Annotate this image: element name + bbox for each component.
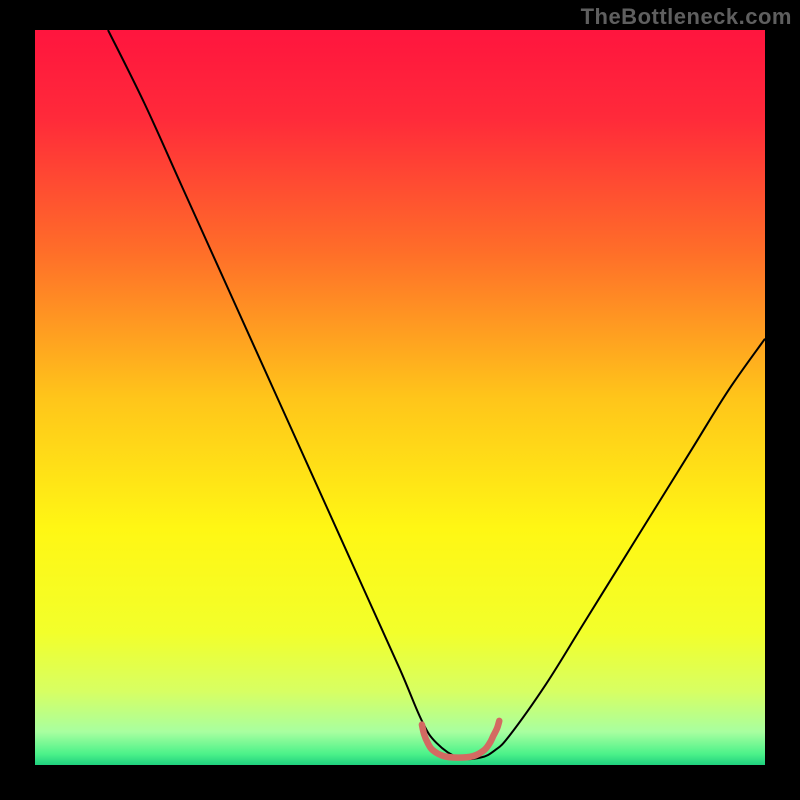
gradient-background <box>35 30 765 765</box>
chart-frame: TheBottleneck.com <box>0 0 800 800</box>
watermark-text: TheBottleneck.com <box>581 4 792 30</box>
plot-area <box>35 30 765 765</box>
chart-svg <box>35 30 765 765</box>
